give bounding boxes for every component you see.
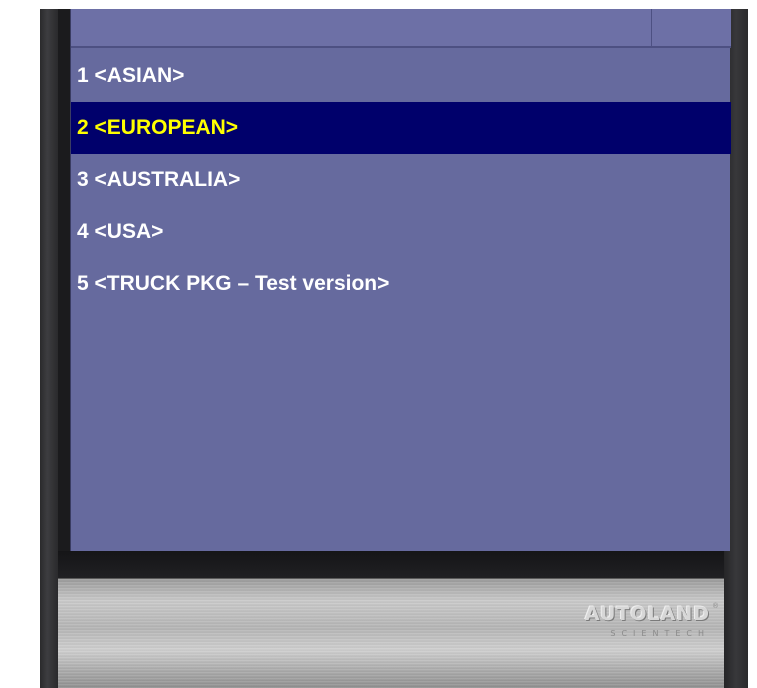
menu-item-european[interactable]: 2 <EUROPEAN>: [71, 102, 731, 154]
title-bar-divider: [651, 9, 652, 46]
logo-wordmark: AUTOLAND: [584, 603, 710, 625]
menu-item-australia[interactable]: 3 <AUSTRALIA>: [71, 154, 731, 206]
logo-subtext: SCIENTECH: [610, 629, 710, 638]
menu-item-truck-pkg[interactable]: 5 <TRUCK PKG – Test version>: [71, 258, 731, 310]
left-bezel: [40, 9, 58, 688]
brushed-metal-plate: AUTOLAND ® SCIENTECH: [58, 578, 724, 688]
lower-bezel: [58, 551, 724, 578]
display-screen: 1 <ASIAN> 2 <EUROPEAN> 3 <AUSTRALIA> 4 <…: [70, 9, 731, 551]
registered-mark: ®: [712, 603, 718, 610]
title-bar: [71, 9, 731, 48]
autoland-logo: AUTOLAND ® SCIENTECH: [568, 603, 718, 647]
scan-tool-device: 1 <ASIAN> 2 <EUROPEAN> 3 <AUSTRALIA> 4 <…: [40, 9, 748, 688]
menu-item-usa[interactable]: 4 <USA>: [71, 206, 731, 258]
menu-item-asian[interactable]: 1 <ASIAN>: [71, 50, 731, 102]
